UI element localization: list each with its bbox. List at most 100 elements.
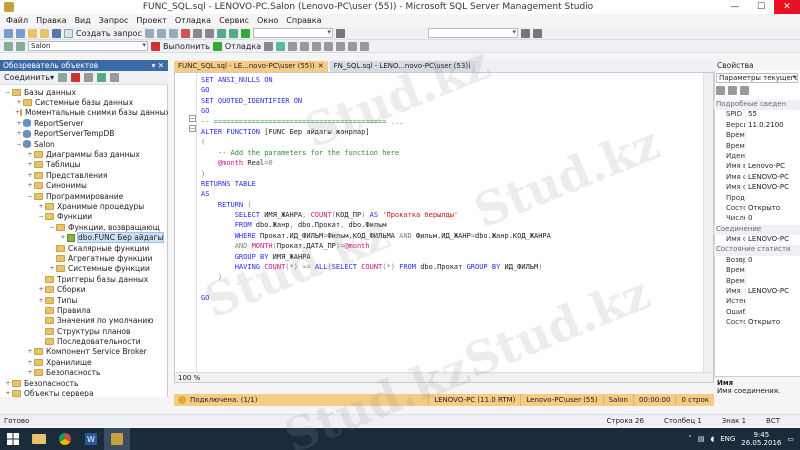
new-project-icon[interactable] bbox=[28, 28, 37, 38]
menu-debug[interactable]: Отладка bbox=[171, 16, 215, 25]
collapse-icon[interactable]: − bbox=[26, 192, 34, 200]
connect-icon[interactable] bbox=[4, 41, 13, 51]
tree-node[interactable]: + Компонент Service Broker bbox=[0, 347, 168, 357]
vertical-scrollbar[interactable] bbox=[703, 73, 713, 373]
property-row[interactable]: Время bbox=[714, 266, 800, 277]
query-options-icon[interactable] bbox=[300, 41, 310, 51]
expand-icon[interactable]: + bbox=[37, 202, 45, 210]
code-line[interactable]: ( bbox=[201, 137, 551, 147]
activity-icon[interactable] bbox=[109, 73, 119, 82]
expand-icon[interactable]: + bbox=[26, 358, 34, 366]
tree-node[interactable]: + dbo.FUNC Бер айдагы bbox=[0, 232, 168, 244]
alphabetical-icon[interactable] bbox=[728, 86, 737, 95]
tree-node[interactable]: + Безопасность bbox=[0, 378, 168, 388]
filter-icon[interactable] bbox=[83, 73, 93, 82]
code-line[interactable]: FROM dbo.Жанр, dbo.Прокат, dbo.Фильм bbox=[201, 220, 551, 230]
property-row[interactable]: Ошибк bbox=[714, 307, 800, 319]
start-button[interactable] bbox=[0, 428, 26, 450]
code-line[interactable]: SELECT ИМЯ_ЖАНРА, COUNT(КОД_ПР) AS 'Прок… bbox=[201, 210, 551, 220]
code-line[interactable]: ) bbox=[201, 169, 551, 179]
tree-node[interactable]: − Базы данных bbox=[0, 87, 168, 97]
tree-node[interactable]: + Системные базы данных bbox=[0, 97, 168, 107]
database-select[interactable]: Salon bbox=[28, 41, 148, 51]
menu-tools[interactable]: Сервис bbox=[215, 16, 253, 25]
undo-icon[interactable] bbox=[216, 28, 226, 38]
code-line[interactable] bbox=[201, 283, 551, 293]
tree-node[interactable]: + Типы bbox=[0, 295, 168, 305]
expand-icon[interactable]: + bbox=[59, 234, 67, 242]
tree-node[interactable]: + Представления bbox=[0, 170, 168, 180]
taskbar-chrome[interactable] bbox=[52, 428, 78, 450]
property-row[interactable]: Имя сеLENOVO-PC bbox=[714, 172, 800, 184]
tree-node[interactable]: + Системные функции bbox=[0, 264, 168, 274]
results-text-icon[interactable] bbox=[324, 41, 334, 51]
code-line[interactable]: AS bbox=[201, 189, 551, 199]
collapse-icon[interactable]: − bbox=[15, 140, 23, 148]
query-editor[interactable]: − − SET ANSI_NULLS ON GO SET QUOTED_IDENTI… bbox=[174, 72, 714, 383]
notifications-icon[interactable]: ▭ bbox=[787, 435, 794, 443]
tree-node[interactable]: Агрегатные функции bbox=[0, 253, 168, 263]
tree-node[interactable]: + Синонимы bbox=[0, 181, 168, 191]
network-icon[interactable]: ▤ bbox=[698, 435, 705, 443]
property-row[interactable]: Имя сеLENOVO-PC bbox=[714, 183, 800, 194]
property-row[interactable]: Версия11.0.2100 bbox=[714, 120, 800, 132]
menu-help[interactable]: Справка bbox=[282, 16, 325, 25]
code-line[interactable]: HAVING COUNT(*) >= ALL(SELECT COUNT(*) F… bbox=[201, 262, 551, 272]
redo-icon[interactable] bbox=[228, 28, 238, 38]
code-line[interactable]: GO bbox=[201, 106, 551, 116]
property-row[interactable]: Имя LENOVO-PC bbox=[714, 287, 800, 298]
tree-node[interactable]: + Безопасность bbox=[0, 368, 168, 378]
horizontal-scrollbar[interactable]: 100 % bbox=[175, 372, 713, 382]
tree-node[interactable]: − Функции bbox=[0, 212, 168, 222]
tree-node[interactable]: Последовательности bbox=[0, 336, 168, 346]
open-file-icon[interactable] bbox=[40, 28, 49, 38]
db-engine-query-icon[interactable] bbox=[144, 28, 154, 38]
taskbar-word[interactable]: W bbox=[78, 428, 104, 450]
minimize-button[interactable]: — bbox=[722, 0, 748, 14]
code-line[interactable]: ALTER FUNCTION [FUNC Бер айдагы жанрлар] bbox=[201, 127, 551, 137]
close-button[interactable]: ✕ bbox=[774, 0, 800, 14]
tree-node[interactable]: + Сборки bbox=[0, 284, 168, 294]
tree-node[interactable]: + Таблицы bbox=[0, 160, 168, 170]
analysis-query-icon[interactable] bbox=[156, 28, 166, 38]
tree-node[interactable]: − Salon bbox=[0, 139, 168, 149]
property-row[interactable]: Число 0 bbox=[714, 214, 800, 225]
properties-icon[interactable] bbox=[520, 28, 530, 38]
menu-file[interactable]: Файл bbox=[2, 16, 32, 25]
cut-icon[interactable] bbox=[180, 28, 190, 38]
taskbar-ssms[interactable] bbox=[104, 428, 130, 450]
tree-node[interactable]: − Программирование bbox=[0, 191, 168, 201]
document-tab[interactable]: FUNC_SQL.sql - LE...novo-PC\user (55)) ✕ bbox=[174, 61, 328, 72]
expand-icon[interactable]: + bbox=[15, 99, 23, 107]
expand-icon[interactable]: + bbox=[26, 369, 34, 377]
code-line[interactable]: SET ANSI_NULLS ON bbox=[201, 75, 551, 85]
code-line[interactable]: GO bbox=[201, 85, 551, 95]
toolbox-icon[interactable] bbox=[532, 28, 542, 38]
expand-icon[interactable]: + bbox=[48, 265, 56, 273]
stop-icon[interactable] bbox=[70, 73, 80, 82]
forward-icon[interactable] bbox=[16, 28, 25, 38]
tree-node[interactable]: Правила bbox=[0, 305, 168, 315]
property-category[interactable]: Состояние статисти bbox=[714, 245, 800, 256]
maximize-button[interactable]: ☐ bbox=[748, 0, 774, 14]
code-line[interactable]: AND MONTH(Прокат.ДАТА_ПР)=@month bbox=[201, 241, 551, 251]
expand-icon[interactable]: + bbox=[26, 151, 34, 159]
tree-node[interactable]: Скалярные функции bbox=[0, 243, 168, 253]
taskbar-explorer[interactable] bbox=[26, 428, 52, 450]
paste-icon[interactable] bbox=[204, 28, 214, 38]
cancel-query-icon[interactable] bbox=[264, 41, 274, 51]
tree-node[interactable]: + Хранилище bbox=[0, 357, 168, 367]
code-line[interactable]: SET QUOTED_IDENTIFIER ON bbox=[201, 96, 551, 106]
menu-edit[interactable]: Правка bbox=[32, 16, 70, 25]
tree-node[interactable]: Триггеры базы данных bbox=[0, 274, 168, 284]
expand-icon[interactable]: + bbox=[26, 161, 34, 169]
execute-button[interactable]: Выполнить bbox=[163, 42, 210, 51]
uncomment-icon[interactable] bbox=[348, 41, 358, 51]
new-query-icon[interactable] bbox=[64, 28, 73, 38]
connect-button[interactable]: Соединить▾ bbox=[4, 73, 54, 82]
property-pages-icon[interactable] bbox=[740, 86, 749, 95]
start-debug-icon[interactable] bbox=[240, 28, 250, 38]
property-row[interactable]: Продол bbox=[714, 193, 800, 204]
property-row[interactable]: SPID 55 bbox=[714, 110, 800, 121]
property-row[interactable]: СостояОткрыто bbox=[714, 318, 800, 329]
